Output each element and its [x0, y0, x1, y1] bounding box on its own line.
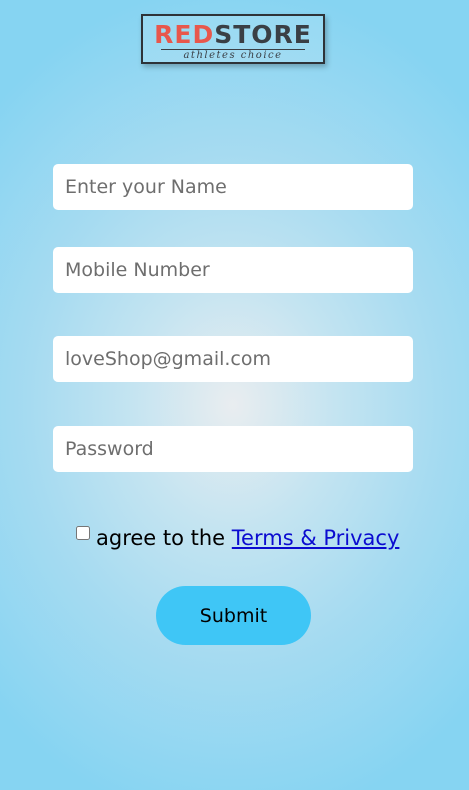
agree-label: agree to the: [96, 526, 226, 550]
mobile-input[interactable]: [53, 247, 413, 293]
logo-wordmark: REDSTORE: [143, 21, 323, 49]
password-input[interactable]: [53, 426, 413, 472]
terms-row: agree to the Terms & Privacy: [76, 525, 399, 551]
logo-red-part: RED: [154, 20, 215, 49]
logo-dark-part: STORE: [214, 20, 312, 49]
submit-button[interactable]: Submit: [156, 586, 311, 645]
logo-tagline: athletes choice: [161, 49, 305, 61]
redstore-logo: REDSTORE athletes choice: [141, 14, 325, 64]
terms-privacy-link[interactable]: Terms & Privacy: [232, 526, 400, 550]
name-input[interactable]: [53, 164, 413, 210]
agree-checkbox[interactable]: [76, 526, 90, 540]
email-input[interactable]: [53, 336, 413, 382]
